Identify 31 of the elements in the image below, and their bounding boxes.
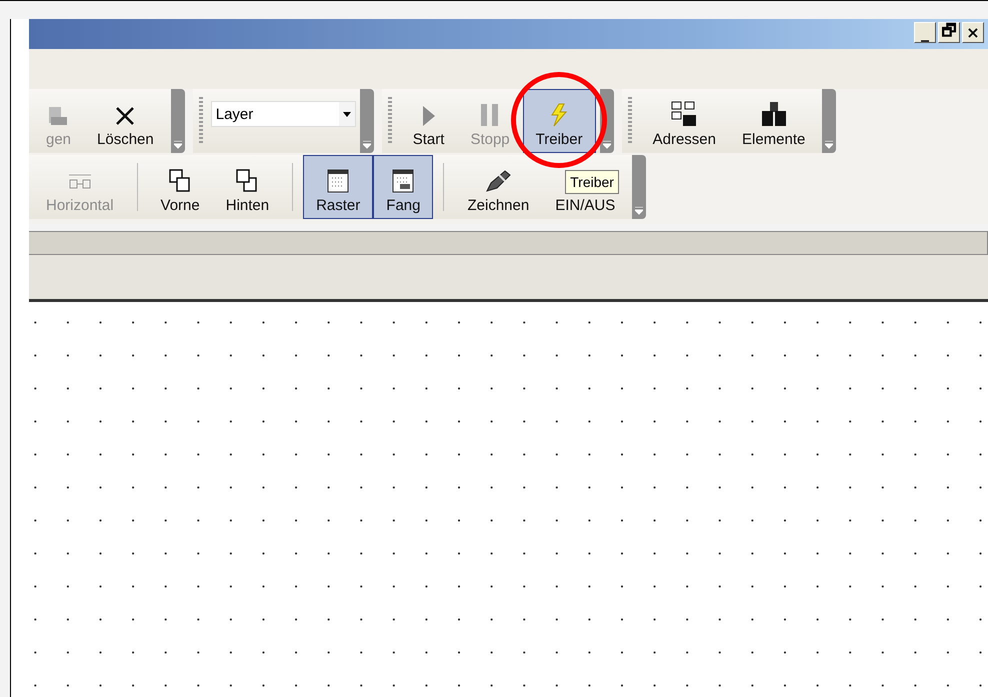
toolbar-button[interactable]: Vorne xyxy=(148,155,213,219)
network-icon xyxy=(671,101,698,127)
chevron-icon[interactable] xyxy=(174,141,182,149)
toolbar-button[interactable]: Zeichnen xyxy=(454,155,542,219)
pause-icon xyxy=(480,103,500,127)
chevron-icon[interactable] xyxy=(602,141,611,149)
layer-dropdown[interactable]: Layer xyxy=(210,101,356,127)
toolbar-button[interactable]: Raster xyxy=(303,155,374,219)
minimize-button[interactable]: _ xyxy=(914,22,936,43)
close-button[interactable]: × xyxy=(962,22,984,43)
bring-front-icon xyxy=(169,169,192,193)
toolbar-button[interactable]: Fang xyxy=(373,155,434,219)
chevron-icon[interactable] xyxy=(825,141,834,149)
toolbar-button[interactable]: Elemente xyxy=(728,89,818,153)
play-icon xyxy=(422,105,436,127)
pen-icon xyxy=(485,169,512,193)
grid-icon xyxy=(327,169,350,193)
tooltip: Treiber xyxy=(565,170,619,194)
delete-icon xyxy=(114,105,136,127)
dropdown-arrow-icon[interactable] xyxy=(342,112,351,116)
toolbar-button[interactable]: Löschen xyxy=(84,89,167,153)
chevron-icon[interactable] xyxy=(635,207,644,215)
restore-button[interactable]: 🗗 xyxy=(938,22,960,43)
toolbar-button[interactable]: Adressen xyxy=(640,89,729,153)
toolbar-button[interactable]: Treiber xyxy=(522,89,596,153)
send-back-icon xyxy=(236,169,258,193)
chevron-icon[interactable] xyxy=(362,141,371,149)
toolbar-button[interactable]: Start xyxy=(400,89,458,153)
toolbar-button[interactable]: Hinten xyxy=(212,155,282,219)
snap-grid-icon xyxy=(392,169,414,193)
lightning-icon xyxy=(550,103,568,127)
